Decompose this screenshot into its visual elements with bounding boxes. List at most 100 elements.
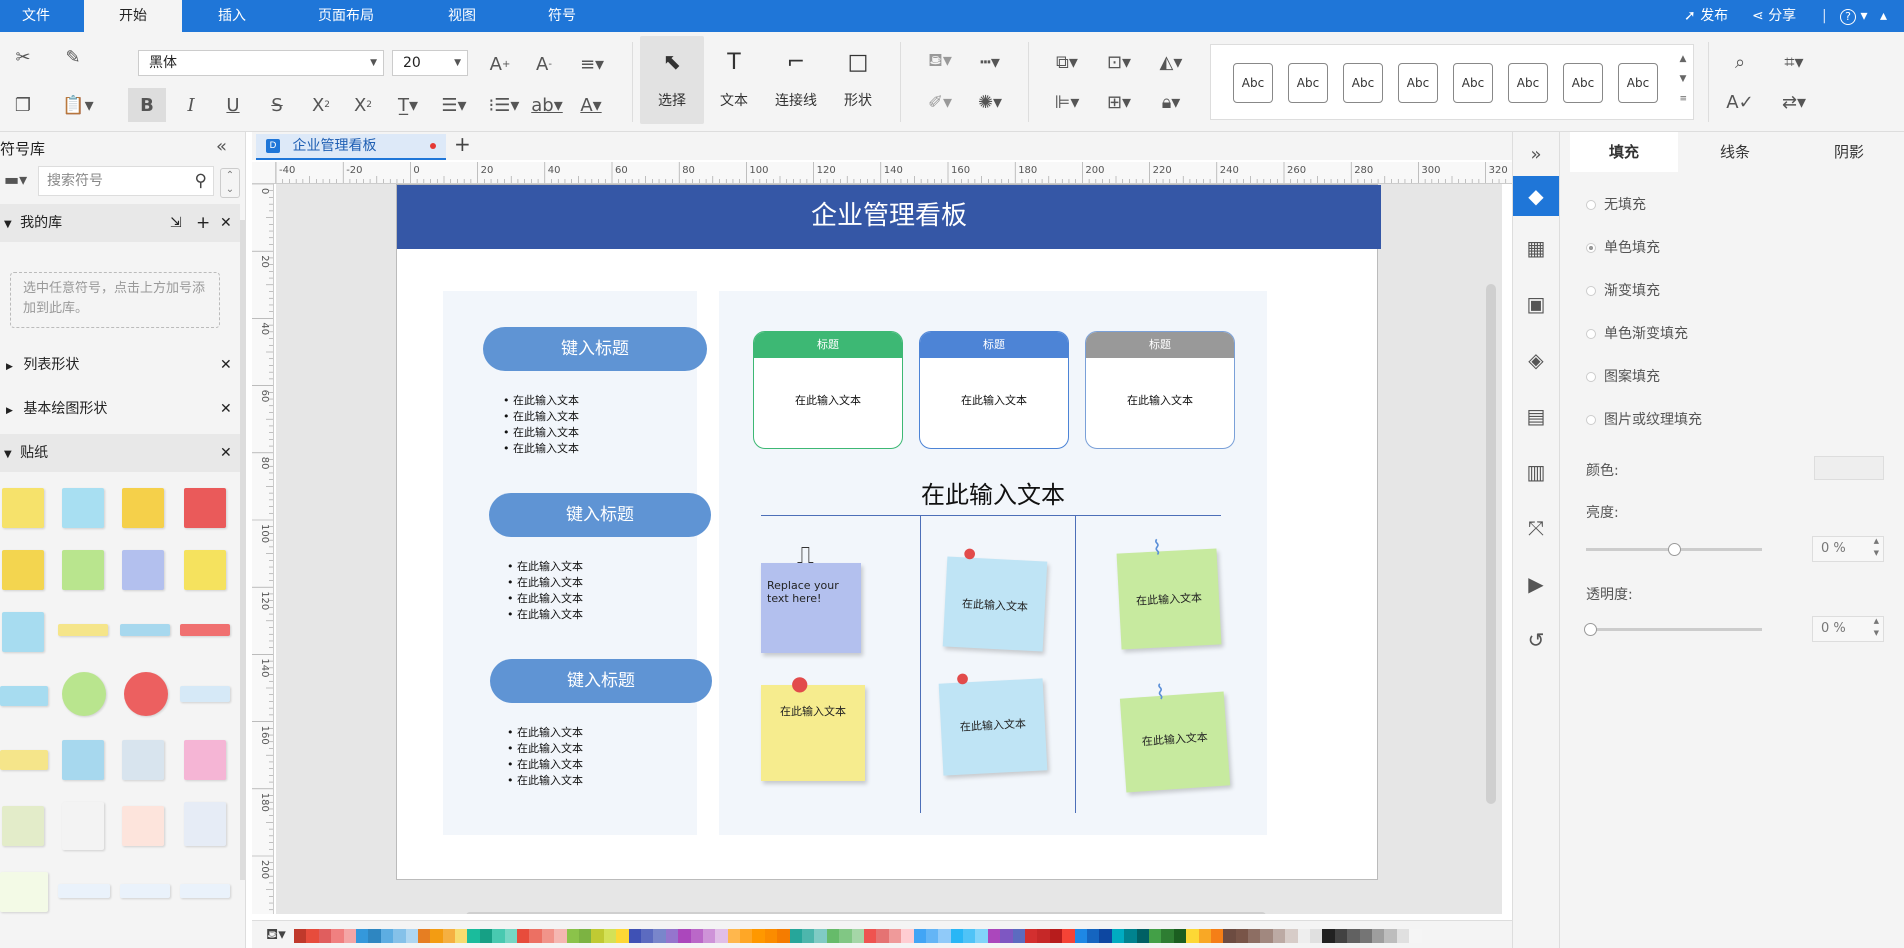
bold-button[interactable]: B (128, 88, 166, 122)
close-icon[interactable]: ✕ (220, 204, 232, 242)
close-icon[interactable]: ✕ (220, 390, 232, 428)
share-button[interactable]: ⋖ 分享 (1752, 0, 1796, 32)
sticker[interactable] (124, 672, 168, 716)
style-sample[interactable]: Abc (1288, 63, 1328, 103)
grid-icon[interactable]: ▦ (1513, 228, 1559, 268)
flip-icon[interactable]: ◭▾ (1152, 48, 1190, 76)
sticky-note[interactable]: ⌇ 在此输入文本 (1119, 680, 1231, 793)
color-swatch[interactable] (950, 929, 964, 943)
color-swatch[interactable] (504, 929, 518, 943)
sticker[interactable] (122, 550, 164, 590)
color-swatch[interactable] (789, 929, 803, 943)
color-swatch[interactable] (665, 929, 679, 943)
menu-home[interactable]: 开始 (84, 0, 182, 32)
color-swatch[interactable] (393, 929, 406, 943)
color-swatch[interactable] (839, 929, 852, 943)
sticker[interactable] (122, 488, 164, 528)
color-swatch[interactable] (802, 929, 815, 943)
connect-icon[interactable]: ⤧ (1513, 508, 1559, 548)
style-sample[interactable]: Abc (1343, 63, 1383, 103)
color-swatch[interactable] (591, 929, 604, 943)
color-swatch[interactable] (1359, 929, 1372, 943)
color-swatch[interactable] (1334, 929, 1348, 943)
color-swatch[interactable] (863, 929, 877, 943)
sticker[interactable] (2, 612, 44, 652)
color-swatch[interactable] (1099, 929, 1112, 943)
color-swatch[interactable] (1161, 929, 1174, 943)
color-swatch[interactable] (826, 929, 840, 943)
color-swatch[interactable] (678, 929, 691, 943)
color-swatch[interactable] (603, 929, 617, 943)
color-swatch[interactable] (1111, 929, 1125, 943)
sticker[interactable] (180, 884, 230, 898)
info-card[interactable]: 标题 在此输入文本 (1085, 331, 1235, 449)
gallery-scroll-icon[interactable]: ▲ ▼ ≡ (1679, 49, 1687, 109)
document-tab[interactable]: D 企业管理看板 (256, 134, 446, 160)
color-swatch[interactable] (975, 929, 988, 943)
list-icon[interactable]: ⁝☰▾ (484, 88, 524, 122)
decrease-font-icon[interactable]: A- (530, 50, 558, 78)
effects-icon[interactable]: ✺▾ (970, 88, 1010, 116)
sticker[interactable] (58, 884, 110, 898)
sticky-note[interactable]: ● 在此输入文本 (761, 671, 865, 781)
color-swatch[interactable] (578, 929, 592, 943)
collapse-icon[interactable]: « (216, 136, 227, 157)
color-swatch[interactable] (455, 929, 468, 943)
color-swatch[interactable] (343, 929, 356, 943)
color-swatch[interactable] (554, 929, 567, 943)
color-swatch[interactable] (479, 929, 493, 943)
sticker[interactable] (0, 872, 48, 912)
color-swatch[interactable] (764, 929, 778, 943)
slider-handle[interactable] (1668, 543, 1681, 556)
color-swatch[interactable] (640, 929, 654, 943)
brightness-input[interactable]: 0 % ▲ ▼ (1812, 536, 1884, 562)
image-icon[interactable]: ▣ (1513, 284, 1559, 324)
arrange-icon[interactable]: ⧉▾ (1048, 48, 1086, 76)
sticker[interactable] (0, 750, 48, 770)
color-swatch[interactable] (467, 929, 480, 943)
font-size-select[interactable]: 20 ▼ (392, 50, 468, 76)
more-icon[interactable]: ▴ (1880, 0, 1887, 32)
sticker[interactable] (120, 884, 170, 898)
sticker[interactable] (122, 740, 164, 780)
import-icon[interactable]: ⇲ (170, 204, 182, 242)
sticker[interactable] (184, 740, 226, 780)
color-swatch[interactable] (442, 929, 456, 943)
library-scroll-arrows[interactable]: ⌃ ⌄ (220, 168, 240, 198)
color-swatch[interactable] (430, 929, 443, 943)
title-pill[interactable]: 键入标题 (489, 493, 711, 537)
color-swatch[interactable] (752, 929, 765, 943)
connector-tool[interactable]: ⌐ 连接线 (766, 36, 826, 124)
horizontal-scrollbar[interactable] (466, 912, 1266, 914)
color-swatch[interactable] (517, 929, 530, 943)
search-input[interactable]: 搜索符号 ⚲ (38, 166, 214, 196)
color-swatch[interactable] (294, 929, 307, 943)
font-color-icon[interactable]: A▾ (572, 88, 610, 122)
sticker[interactable] (184, 550, 226, 590)
color-swatch[interactable] (876, 929, 889, 943)
board-subtitle[interactable]: 在此输入文本 (719, 475, 1267, 510)
color-swatch[interactable] (901, 929, 914, 943)
subscript-button[interactable]: X2 (348, 88, 378, 122)
color-swatch[interactable] (541, 929, 555, 943)
color-swatch[interactable] (702, 929, 716, 943)
line-spacing-icon[interactable]: ☰▾ (434, 88, 474, 122)
menu-view[interactable]: 视图 (420, 0, 504, 32)
color-swatch[interactable] (380, 929, 394, 943)
transparency-input[interactable]: 0 % ▲ ▼ (1812, 616, 1884, 642)
strikethrough-button[interactable]: S (262, 88, 292, 122)
fill-bucket-icon[interactable]: ⛾▾ (266, 925, 286, 945)
color-swatch[interactable] (1297, 929, 1311, 943)
color-swatch[interactable] (1235, 929, 1249, 943)
convert-icon[interactable]: ⇄▾ (1774, 88, 1814, 116)
stickers-header[interactable]: ▼ 贴纸 ✕ (0, 434, 240, 472)
color-swatch[interactable] (1049, 929, 1063, 943)
color-swatch[interactable] (1384, 929, 1397, 943)
crop-icon[interactable]: ⌗▾ (1774, 48, 1814, 76)
color-swatch[interactable] (913, 929, 926, 943)
color-swatch[interactable] (1087, 929, 1100, 943)
fill-option-pattern[interactable]: 图案填充 (1586, 366, 1660, 386)
line-style-icon[interactable]: ┅▾ (970, 48, 1010, 76)
sticky-note[interactable]: ⎍ Replace your text here! (761, 541, 861, 653)
highlight-icon[interactable]: ab▾ (528, 88, 566, 122)
